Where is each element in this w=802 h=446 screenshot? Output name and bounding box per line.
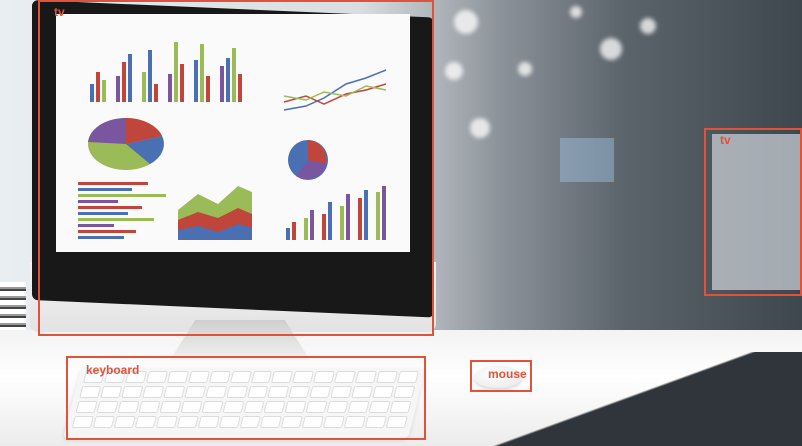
background-light xyxy=(570,6,582,18)
detection-box-keyboard: keyboard xyxy=(66,356,426,440)
background-light xyxy=(454,10,478,34)
detection-box-mouse: mouse xyxy=(470,360,532,392)
background-window xyxy=(560,138,614,182)
office-photo: tv tv keyboard mouse xyxy=(0,0,802,446)
detection-label: tv xyxy=(54,5,65,19)
background-light xyxy=(640,18,656,34)
background-light xyxy=(470,118,490,138)
background-light xyxy=(518,62,532,76)
background-light xyxy=(445,62,463,80)
detection-box-tv-background: tv xyxy=(704,128,802,296)
detection-label: tv xyxy=(720,133,731,147)
book-stack xyxy=(0,282,26,330)
detection-box-tv-main: tv xyxy=(38,0,434,336)
detection-label: mouse xyxy=(488,367,527,381)
detection-label: keyboard xyxy=(86,363,140,377)
background-light xyxy=(600,38,622,60)
